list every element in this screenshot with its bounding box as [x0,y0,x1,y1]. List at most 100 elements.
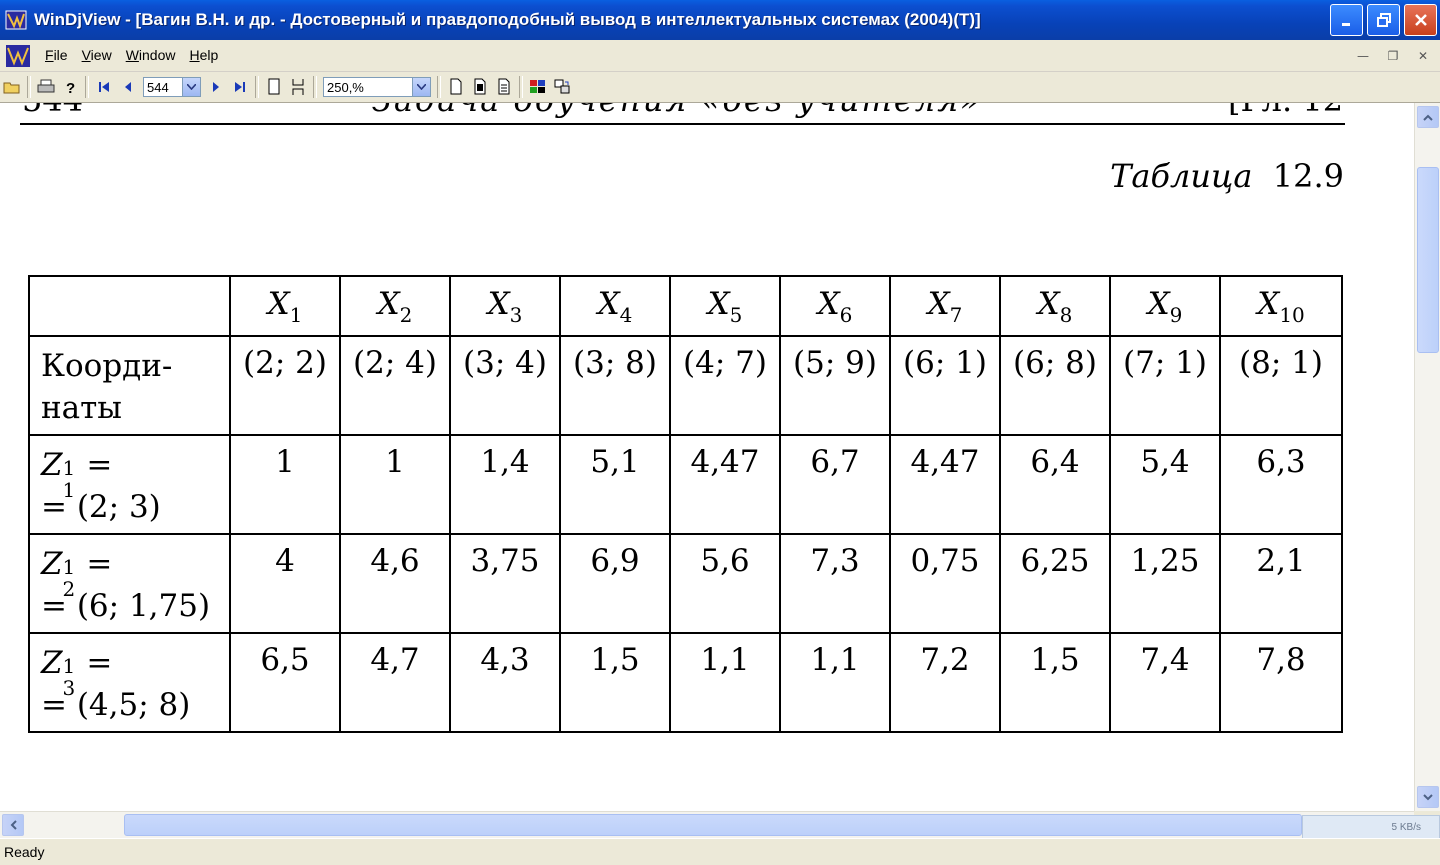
table-cell: 4,6 [339,533,451,634]
row-label: Z13 = = (4,5; 8) [28,632,231,733]
column-header: X4 [559,275,671,337]
view-foreground-icon[interactable] [494,77,514,97]
table-cell: (2; 2) [229,335,341,436]
horizontal-scrollbar[interactable] [0,811,1414,838]
next-page-icon[interactable] [206,77,226,97]
header-page-number: 544 [22,103,83,119]
display-mode-icon[interactable] [528,77,548,97]
column-header: X7 [889,275,1001,337]
minimize-icon [1341,23,1350,26]
first-page-icon[interactable] [94,77,114,97]
status-text: Ready [4,844,45,860]
row-label: Z12 = = (6; 1,75) [28,533,231,634]
document-view[interactable]: 544 Задача обучения «без учителя» [Гл. 1… [0,103,1414,811]
page-running-header: 544 Задача обучения «без учителя» [Гл. 1… [0,103,1414,119]
chevron-down-icon[interactable] [412,78,430,96]
zoom-value: 250,% [327,79,364,95]
page-number-combo[interactable]: 544 [143,77,201,97]
menu-file[interactable]: File [38,40,75,71]
scroll-up-button[interactable] [1417,106,1439,128]
table-cell: (3; 4) [449,335,561,436]
table-cell: 1,5 [999,632,1111,733]
mdi-close-button[interactable]: ✕ [1412,46,1434,66]
row-label: Коорди- наты [28,335,231,436]
table-cell: 1 [339,434,451,535]
column-header: X9 [1109,275,1221,337]
table-cell: 5,6 [669,533,781,634]
table-cell: 7,4 [1109,632,1221,733]
mdi-restore-button[interactable]: ❐ [1382,46,1404,66]
page-number-value: 544 [147,79,169,95]
horizontal-scroll-thumb[interactable] [124,814,1302,836]
help-icon[interactable]: ? [60,77,80,97]
caption-number: 12.9 [1272,157,1344,195]
table-cell: 7,8 [1219,632,1343,733]
table-cell: (2; 4) [339,335,451,436]
chevron-down-icon[interactable] [182,78,200,96]
table-cell: 6,4 [999,434,1111,535]
table-cell: 4,47 [669,434,781,535]
mdi-minimize-button[interactable]: — [1352,46,1374,66]
table-row-z2: Z12 = = (6; 1,75) 4 4,6 3,75 6,9 5,6 7,3… [28,533,1343,634]
column-header: X3 [449,275,561,337]
header-chapter: [Гл. 12 [1228,103,1343,119]
menu-window[interactable]: Window [119,40,183,71]
last-page-icon[interactable] [230,77,250,97]
table-cell: 6,7 [779,434,891,535]
vertical-scrollbar[interactable] [1414,103,1440,811]
column-header: X5 [669,275,781,337]
table-cell: 3,75 [449,533,561,634]
app-icon[interactable] [4,8,28,32]
table-cell: 4,3 [449,632,561,733]
previous-page-icon[interactable] [118,77,138,97]
menu-view-rest: iew [90,47,112,63]
column-header: X10 [1219,275,1343,337]
close-button[interactable] [1404,4,1437,36]
table-cell: 1 [229,434,341,535]
toolbar-separator [27,76,31,98]
scroll-down-button[interactable] [1417,786,1439,808]
table-header-row: X1 X2 X3 X4 X5 X6 X7 X8 X9 X10 [28,275,1343,337]
view-color-icon[interactable] [446,77,466,97]
continuous-pages-icon[interactable] [288,77,308,97]
chevron-up-icon [1423,114,1433,121]
menu-view-accel: V [81,47,91,63]
data-table: X1 X2 X3 X4 X5 X6 X7 X8 X9 X10 Коорди- н… [28,275,1343,733]
toolbar-separator [437,76,441,98]
single-page-icon[interactable] [264,77,284,97]
restore-button[interactable] [1367,4,1400,36]
minimize-button[interactable] [1330,4,1363,36]
chevron-left-icon [10,820,17,830]
network-speed: 5 KB/s [1391,822,1421,833]
toolbar: ? 544 250,% [0,72,1440,103]
table-cell: 0,75 [889,533,1001,634]
table-cell: 6,5 [229,632,341,733]
menu-help-rest: elp [199,47,219,63]
restore-icon [1376,13,1391,27]
table-cell: (6; 8) [999,335,1111,436]
table-cell: 5,4 [1109,434,1221,535]
toolbar-separator [255,76,259,98]
view-mask-icon[interactable] [470,77,490,97]
status-bar: Ready [0,838,1440,865]
svg-text:?: ? [66,80,75,95]
menu-view[interactable]: View [75,40,119,71]
print-icon[interactable] [36,77,56,97]
column-header: X6 [779,275,891,337]
scroll-left-button[interactable] [2,814,24,836]
table-cell: (4; 7) [669,335,781,436]
table-row-z3: Z13 = = (4,5; 8) 6,5 4,7 4,3 1,5 1,1 1,1… [28,632,1343,733]
table-cell: 1,25 [1109,533,1221,634]
vertical-scroll-thumb[interactable] [1417,167,1439,353]
document-icon[interactable] [4,43,32,69]
toolbar-separator [519,76,523,98]
table-cell: 2,1 [1219,533,1343,634]
open-folder-icon[interactable] [2,77,22,97]
chevron-down-icon [1423,793,1433,800]
menu-window-rest: indow [138,47,176,63]
menu-help[interactable]: Help [183,40,226,71]
table-cell: 6,3 [1219,434,1343,535]
rotate-icon[interactable] [552,77,572,97]
table-cell: 1,5 [559,632,671,733]
zoom-combo[interactable]: 250,% [323,77,431,97]
